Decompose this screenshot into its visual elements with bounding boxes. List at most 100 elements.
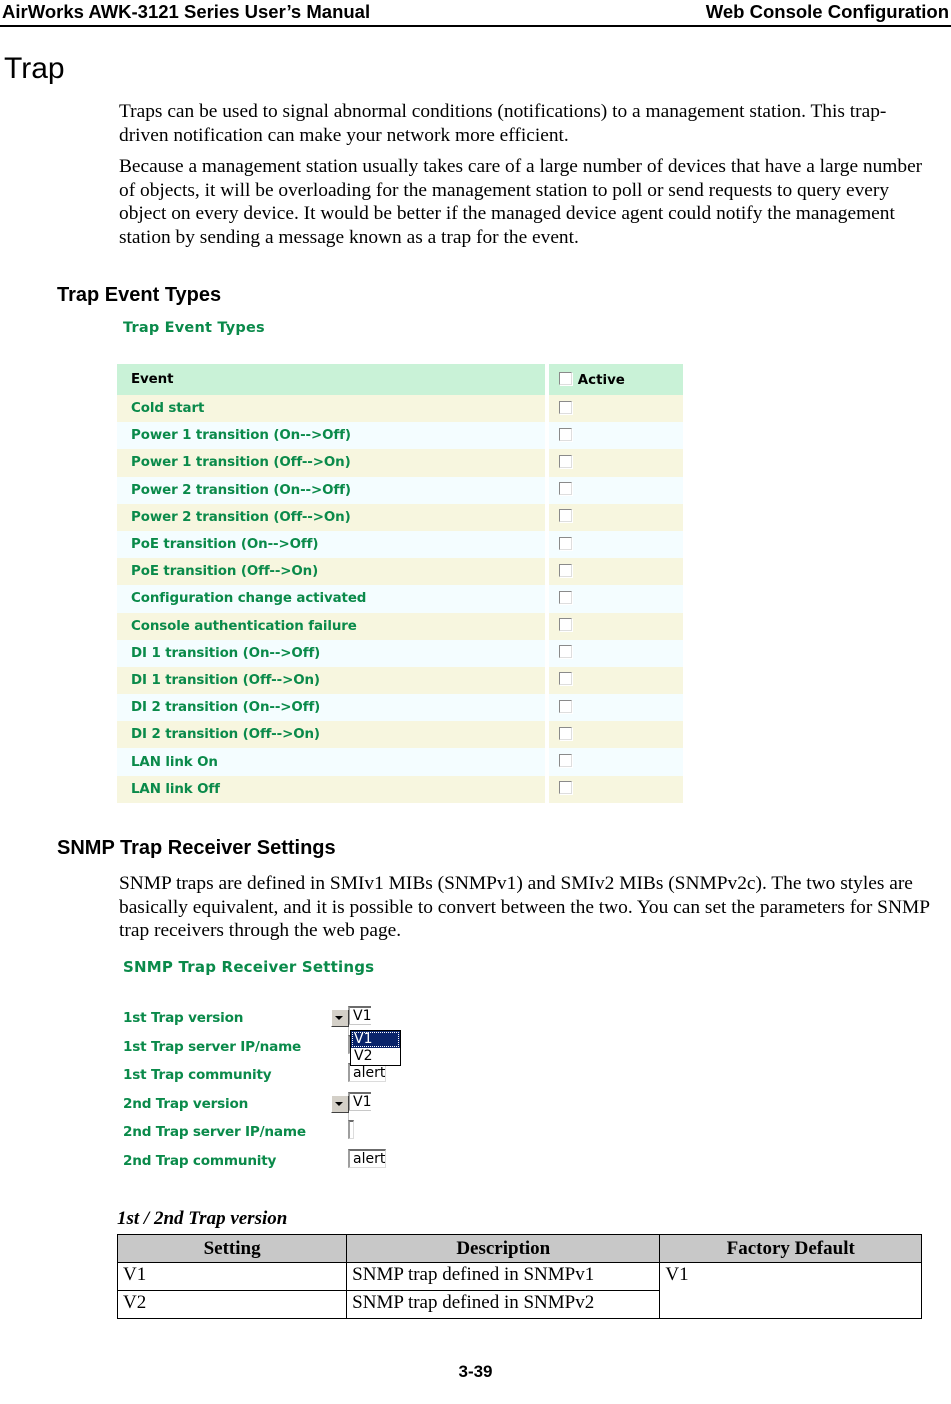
trap-event-active-cell bbox=[548, 748, 683, 776]
trap2-version-selected-value: V1 bbox=[353, 1093, 372, 1110]
label-trap1-server: 1st Trap server IP/name bbox=[123, 1038, 302, 1055]
reference-cell-description-v1: SNMP trap defined in SNMPv1 bbox=[346, 1262, 661, 1291]
trap1-community-input[interactable]: alert bbox=[348, 1063, 387, 1083]
trap-event-active-checkbox[interactable] bbox=[558, 699, 572, 713]
trap-event-active-cell bbox=[548, 639, 683, 667]
trap-event-types-table: Event Active Cold start Power 1 transitio… bbox=[117, 364, 683, 803]
column-header-active-label: Active bbox=[577, 372, 625, 388]
trap-event-label: Cold start bbox=[117, 395, 546, 423]
trap-event-active-checkbox[interactable] bbox=[558, 618, 572, 632]
column-header-active: Active bbox=[548, 364, 683, 395]
table-row: PoE transition (Off-->On) bbox=[117, 558, 683, 586]
column-header-event: Event bbox=[117, 364, 546, 395]
trap-event-active-checkbox[interactable] bbox=[558, 781, 572, 795]
reference-header-description: Description bbox=[346, 1234, 661, 1263]
trap-event-active-checkbox[interactable] bbox=[558, 400, 572, 414]
label-trap2-community: 2nd Trap community bbox=[123, 1152, 277, 1169]
table-row: Power 2 transition (Off-->On) bbox=[117, 503, 683, 531]
dropdown-option-v2[interactable]: V2 bbox=[351, 1048, 400, 1065]
trap1-version-select[interactable]: V1 V1 V2 bbox=[331, 1006, 401, 1066]
table-row: V1 SNMP trap defined in SNMPv1 V1 bbox=[116, 1262, 922, 1319]
table-row: LAN link On bbox=[117, 748, 683, 776]
trap-event-active-cell bbox=[548, 449, 683, 477]
trap-event-active-checkbox[interactable] bbox=[558, 726, 572, 740]
chapter-title: Web Console Configuration bbox=[705, 1, 949, 22]
trap-event-active-checkbox[interactable] bbox=[558, 563, 572, 577]
trap-event-active-cell bbox=[548, 422, 683, 450]
control-trap2-community: alert bbox=[348, 1148, 387, 1168]
trap1-version-selected-value: V1 bbox=[353, 1008, 372, 1024]
table-row: Power 1 transition (On-->Off) bbox=[117, 422, 683, 450]
trap-event-label: DI 2 transition (On-->Off) bbox=[117, 694, 546, 722]
trap-event-active-checkbox[interactable] bbox=[558, 482, 572, 496]
reference-header-factory-default: Factory Default bbox=[659, 1234, 922, 1263]
trap-event-label: DI 2 transition (Off-->On) bbox=[117, 721, 546, 749]
trap-event-active-cell bbox=[548, 530, 683, 559]
trap-event-label: PoE transition (Off-->On) bbox=[117, 558, 546, 586]
section-heading-trap-event-types: Trap Event Types bbox=[57, 284, 222, 306]
table-row: DI 1 transition (On-->Off) bbox=[117, 639, 683, 667]
trap-event-active-cell bbox=[548, 476, 683, 504]
trap1-version-dropdown-list[interactable]: V1 V2 bbox=[350, 1030, 401, 1066]
trap-event-label: Power 2 transition (On-->Off) bbox=[117, 476, 546, 504]
section-heading-snmp-trap-receiver: SNMP Trap Receiver Settings bbox=[57, 837, 336, 859]
dropdown-option-v1[interactable]: V1 bbox=[351, 1031, 400, 1048]
manual-title: AirWorks AWK-3121 Series User’s Manual bbox=[2, 1, 371, 22]
trap-event-active-cell bbox=[548, 721, 683, 749]
trap-event-label: Console authentication failure bbox=[117, 612, 546, 640]
trap-event-active-checkbox[interactable] bbox=[558, 427, 572, 441]
trap2-server-input[interactable] bbox=[348, 1120, 354, 1140]
trap-event-active-checkbox[interactable] bbox=[558, 536, 572, 550]
table-row: PoE transition (On-->Off) bbox=[117, 530, 683, 559]
control-trap1-community: alert bbox=[348, 1063, 387, 1083]
table-row: Configuration change activated bbox=[117, 585, 683, 613]
panel-caption-snmp-trap-receiver: SNMP Trap Receiver Settings bbox=[123, 958, 375, 976]
panel-caption-trap-event-types: Trap Event Types bbox=[123, 320, 265, 336]
trap-event-active-cell bbox=[548, 558, 683, 586]
table-row: Power 1 transition (Off-->On) bbox=[117, 449, 683, 477]
trap-event-label: Power 2 transition (Off-->On) bbox=[117, 503, 546, 531]
page-running-head: AirWorks AWK-3121 Series User’s Manual W… bbox=[0, 0, 951, 26]
table-row: DI 2 transition (Off-->On) bbox=[117, 721, 683, 749]
reference-header-setting: Setting bbox=[116, 1234, 348, 1263]
trap-event-label: Power 1 transition (Off-->On) bbox=[117, 449, 546, 477]
chevron-down-icon[interactable] bbox=[331, 1009, 349, 1027]
trap2-community-input[interactable]: alert bbox=[348, 1148, 387, 1168]
page-number: 3-39 bbox=[458, 1362, 493, 1381]
table-row: Cold start bbox=[117, 395, 683, 423]
intro-paragraph-1: Traps can be used to signal abnormal con… bbox=[119, 101, 887, 146]
trap-event-active-cell bbox=[548, 775, 683, 803]
label-trap2-server: 2nd Trap server IP/name bbox=[123, 1124, 306, 1141]
trap-event-label: DI 1 transition (On-->Off) bbox=[117, 639, 546, 667]
control-trap1-version: V1 V1 V2 bbox=[331, 1006, 401, 1066]
select-all-active-checkbox[interactable] bbox=[558, 371, 572, 385]
label-trap1-version: 1st Trap version bbox=[123, 1010, 244, 1026]
trap-event-active-cell bbox=[548, 503, 683, 531]
trap-event-active-cell bbox=[548, 694, 683, 722]
trap-event-label: PoE transition (On-->Off) bbox=[117, 530, 546, 559]
reference-table-header-row: Setting Description Factory Default bbox=[116, 1234, 922, 1263]
trap-event-label: LAN link Off bbox=[117, 775, 546, 803]
trap-event-active-cell bbox=[548, 395, 683, 423]
trap-event-active-checkbox[interactable] bbox=[558, 590, 572, 604]
trap-event-active-checkbox[interactable] bbox=[558, 454, 572, 468]
trap-event-label: DI 1 transition (Off-->On) bbox=[117, 666, 546, 695]
trap-event-active-checkbox[interactable] bbox=[558, 645, 572, 659]
trap-event-active-cell bbox=[548, 612, 683, 640]
reference-cell-factory-default: V1 bbox=[659, 1262, 922, 1319]
reference-table-caption: 1st / 2nd Trap version bbox=[117, 1208, 288, 1229]
snmp-trap-receiver-console-panel: SNMP Trap Receiver Settings 1st Trap ver… bbox=[117, 958, 717, 1178]
table-row: Console authentication failure bbox=[117, 612, 683, 640]
reference-cell-setting-v1: V1 bbox=[116, 1262, 348, 1291]
table-row: LAN link Off bbox=[117, 775, 683, 803]
header-divider bbox=[0, 25, 951, 27]
reference-cell-description-v2: SNMP trap defined in SNMPv2 bbox=[346, 1290, 661, 1319]
trap-event-active-checkbox[interactable] bbox=[558, 754, 572, 768]
trap-event-active-checkbox[interactable] bbox=[558, 509, 572, 523]
trap-event-active-cell bbox=[548, 666, 683, 695]
chevron-down-icon[interactable] bbox=[331, 1094, 349, 1113]
table-header-row: Event Active bbox=[117, 364, 683, 395]
trap-event-label: Power 1 transition (On-->Off) bbox=[117, 422, 546, 450]
table-row: Power 2 transition (On-->Off) bbox=[117, 476, 683, 504]
trap-event-active-checkbox[interactable] bbox=[558, 672, 572, 686]
